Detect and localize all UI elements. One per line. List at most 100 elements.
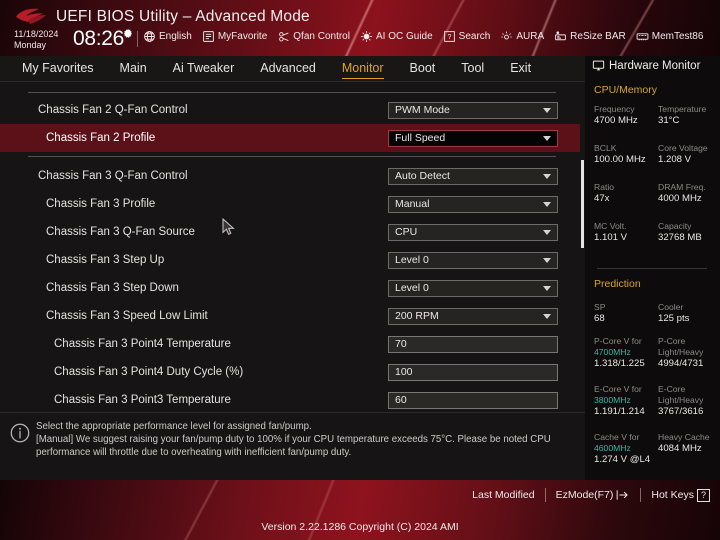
tool-search[interactable]: ? Search: [443, 30, 490, 43]
hotkeys-button[interactable]: Hot Keys ?: [651, 488, 710, 502]
tab-my-favorites[interactable]: My Favorites: [22, 61, 94, 77]
table-row[interactable]: Chassis Fan 3 Q-Fan Source CPU: [0, 218, 585, 246]
setting-value: 70: [395, 338, 407, 350]
date-display: 11/18/2024 Monday: [14, 29, 58, 50]
settings-panel: Chassis Fan 2 Q-Fan Control PWM Mode Cha…: [0, 82, 585, 412]
chevron-down-icon: [543, 202, 551, 207]
metric-key: Cache V for: [594, 432, 640, 442]
hw-metric-heavy-cache: Heavy Cache 4084 MHz: [658, 432, 720, 455]
setting-label: Chassis Fan 3 Q-Fan Source: [46, 226, 195, 238]
tab-monitor[interactable]: Monitor: [341, 61, 384, 79]
table-row[interactable]: Chassis Fan 3 Step Down Level 0: [0, 274, 585, 302]
hw-metric-temperature: Temperature 31°C: [658, 104, 720, 127]
metric-key: MC Volt.: [594, 221, 627, 231]
gear-icon[interactable]: [122, 28, 134, 40]
info-circle-icon: [10, 423, 30, 443]
metric-value: 31°C: [658, 115, 680, 126]
setting-dropdown[interactable]: Auto Detect: [388, 167, 558, 185]
table-row[interactable]: Chassis Fan 3 Q-Fan Control Auto Detect: [0, 162, 585, 190]
help-text: Select the appropriate performance level…: [36, 420, 576, 460]
ezmode-label: EzMode(F7): [555, 489, 614, 501]
setting-dropdown[interactable]: CPU: [388, 223, 558, 241]
setting-dropdown[interactable]: PWM Mode: [388, 101, 558, 119]
setting-dropdown[interactable]: 200 RPM: [388, 307, 558, 325]
hotkeys-key-badge: ?: [696, 488, 710, 502]
tool-ai-oc-guide[interactable]: AI OC Guide: [360, 30, 433, 43]
tab-boot[interactable]: Boot: [410, 61, 436, 77]
tab-tool[interactable]: Tool: [461, 61, 484, 77]
footer-divider: [544, 488, 546, 502]
hw-metric-dram-freq: DRAM Freq. 4000 MHz: [658, 182, 720, 205]
hw-metric-capacity: Capacity 32768 MB: [658, 221, 720, 244]
hw-metric-bclk: BCLK 100.00 MHz: [594, 143, 656, 166]
hw-metric-ecore-clocks: E-Core Light/Heavy 3767/3616: [658, 384, 720, 418]
aura-light-icon: [501, 31, 513, 40]
setting-textbox[interactable]: 60: [388, 391, 558, 409]
tab-exit[interactable]: Exit: [510, 61, 531, 77]
setting-value: 60: [395, 394, 407, 406]
metric-key: Cooler: [658, 302, 684, 312]
hw-metric-pcore-clocks: P-Core Light/Heavy 4994/4731: [658, 336, 720, 370]
svg-text:?: ?: [447, 34, 451, 41]
table-row[interactable]: Chassis Fan 3 Profile Manual: [0, 190, 585, 218]
table-row[interactable]: Chassis Fan 2 Q-Fan Control PWM Mode: [0, 96, 585, 124]
metric-value: 1.101 V: [594, 232, 628, 243]
setting-label: Chassis Fan 3 Point4 Duty Cycle (%): [54, 366, 244, 378]
metric-key: Core Voltage: [658, 143, 708, 153]
setting-dropdown[interactable]: Full Speed: [388, 129, 558, 147]
tool-resize-bar[interactable]: ReSize BAR: [554, 30, 626, 43]
tool-aura[interactable]: AURA: [500, 30, 544, 43]
table-row[interactable]: Chassis Fan 2 Profile Full Speed: [0, 124, 585, 152]
chevron-down-icon: [543, 136, 551, 141]
tool-label: MemTest86: [651, 31, 704, 42]
rog-eye-logo: [16, 8, 46, 24]
table-row[interactable]: Chassis Fan 3 Point4 Duty Cycle (%) 100: [0, 358, 585, 386]
table-row[interactable]: Chassis Fan 3 Speed Low Limit 200 RPM: [0, 302, 585, 330]
footer-bar: Last Modified EzMode(F7) Hot Keys ? Vers…: [0, 480, 720, 540]
hw-metric-mc-volt: MC Volt. 1.101 V: [594, 221, 656, 244]
chevron-down-icon: [543, 258, 551, 263]
setting-dropdown[interactable]: Level 0: [388, 251, 558, 269]
tool-label: Qfan Control: [293, 31, 350, 42]
tool-english[interactable]: English: [143, 30, 192, 43]
table-row[interactable]: Chassis Fan 3 Point3 Temperature 60: [0, 386, 585, 412]
globe-icon: [144, 31, 155, 42]
tool-label: AI OC Guide: [375, 31, 433, 42]
tool-myfavorite[interactable]: MyFavorite: [202, 30, 267, 43]
help-panel: Select the appropriate performance level…: [0, 412, 585, 480]
hardware-monitor-label: Hardware Monitor: [609, 59, 701, 72]
section-title-prediction: Prediction: [594, 278, 641, 290]
setting-dropdown[interactable]: Manual: [388, 195, 558, 213]
setting-label: Chassis Fan 3 Q-Fan Control: [38, 170, 188, 182]
hw-metric-cache-voltage: Cache V for 4600MHz 1.274 V @L4: [594, 432, 656, 466]
last-modified-button[interactable]: Last Modified: [472, 489, 534, 501]
weekday-value: Monday: [14, 39, 47, 50]
footer-divider: [640, 488, 642, 502]
scrollbar-thumb[interactable]: [581, 160, 584, 248]
setting-textbox[interactable]: 70: [388, 335, 558, 353]
fan-icon: [279, 32, 289, 42]
nav-bar: My Favorites Main Ai Tweaker Advanced Mo…: [0, 56, 585, 82]
section-title-cpu-memory: CPU/Memory: [594, 84, 658, 96]
metric-key: DRAM Freq.: [658, 182, 706, 192]
tab-main[interactable]: Main: [120, 61, 147, 77]
hardware-monitor-title: Hardware Monitor: [592, 59, 700, 72]
tool-label: AURA: [516, 31, 545, 42]
hardware-monitor-panel: Hardware Monitor CPU/Memory Frequency 47…: [585, 56, 720, 480]
metric-value: 68: [594, 313, 605, 324]
metric-key: Capacity: [658, 221, 692, 231]
ezmode-button[interactable]: EzMode(F7): [556, 489, 631, 501]
table-row[interactable]: Chassis Fan 3 Step Up Level 0: [0, 246, 585, 274]
tab-advanced[interactable]: Advanced: [260, 61, 316, 77]
metric-key: P-Core V for: [594, 336, 642, 346]
setting-value: Manual: [395, 198, 430, 210]
tool-memtest86[interactable]: MemTest86: [636, 30, 704, 43]
table-row[interactable]: Chassis Fan 3 Point4 Temperature 70: [0, 330, 585, 358]
tab-ai-tweaker[interactable]: Ai Tweaker: [173, 61, 235, 77]
tool-qfan-control[interactable]: Qfan Control: [277, 30, 350, 43]
hw-metric-frequency: Frequency 4700 MHz: [594, 104, 656, 127]
setting-textbox[interactable]: 100: [388, 363, 558, 381]
setting-dropdown[interactable]: Level 0: [388, 279, 558, 297]
bios-window: UEFI BIOS Utility – Advanced Mode 11/18/…: [0, 0, 720, 540]
setting-value: Level 0: [395, 282, 429, 294]
